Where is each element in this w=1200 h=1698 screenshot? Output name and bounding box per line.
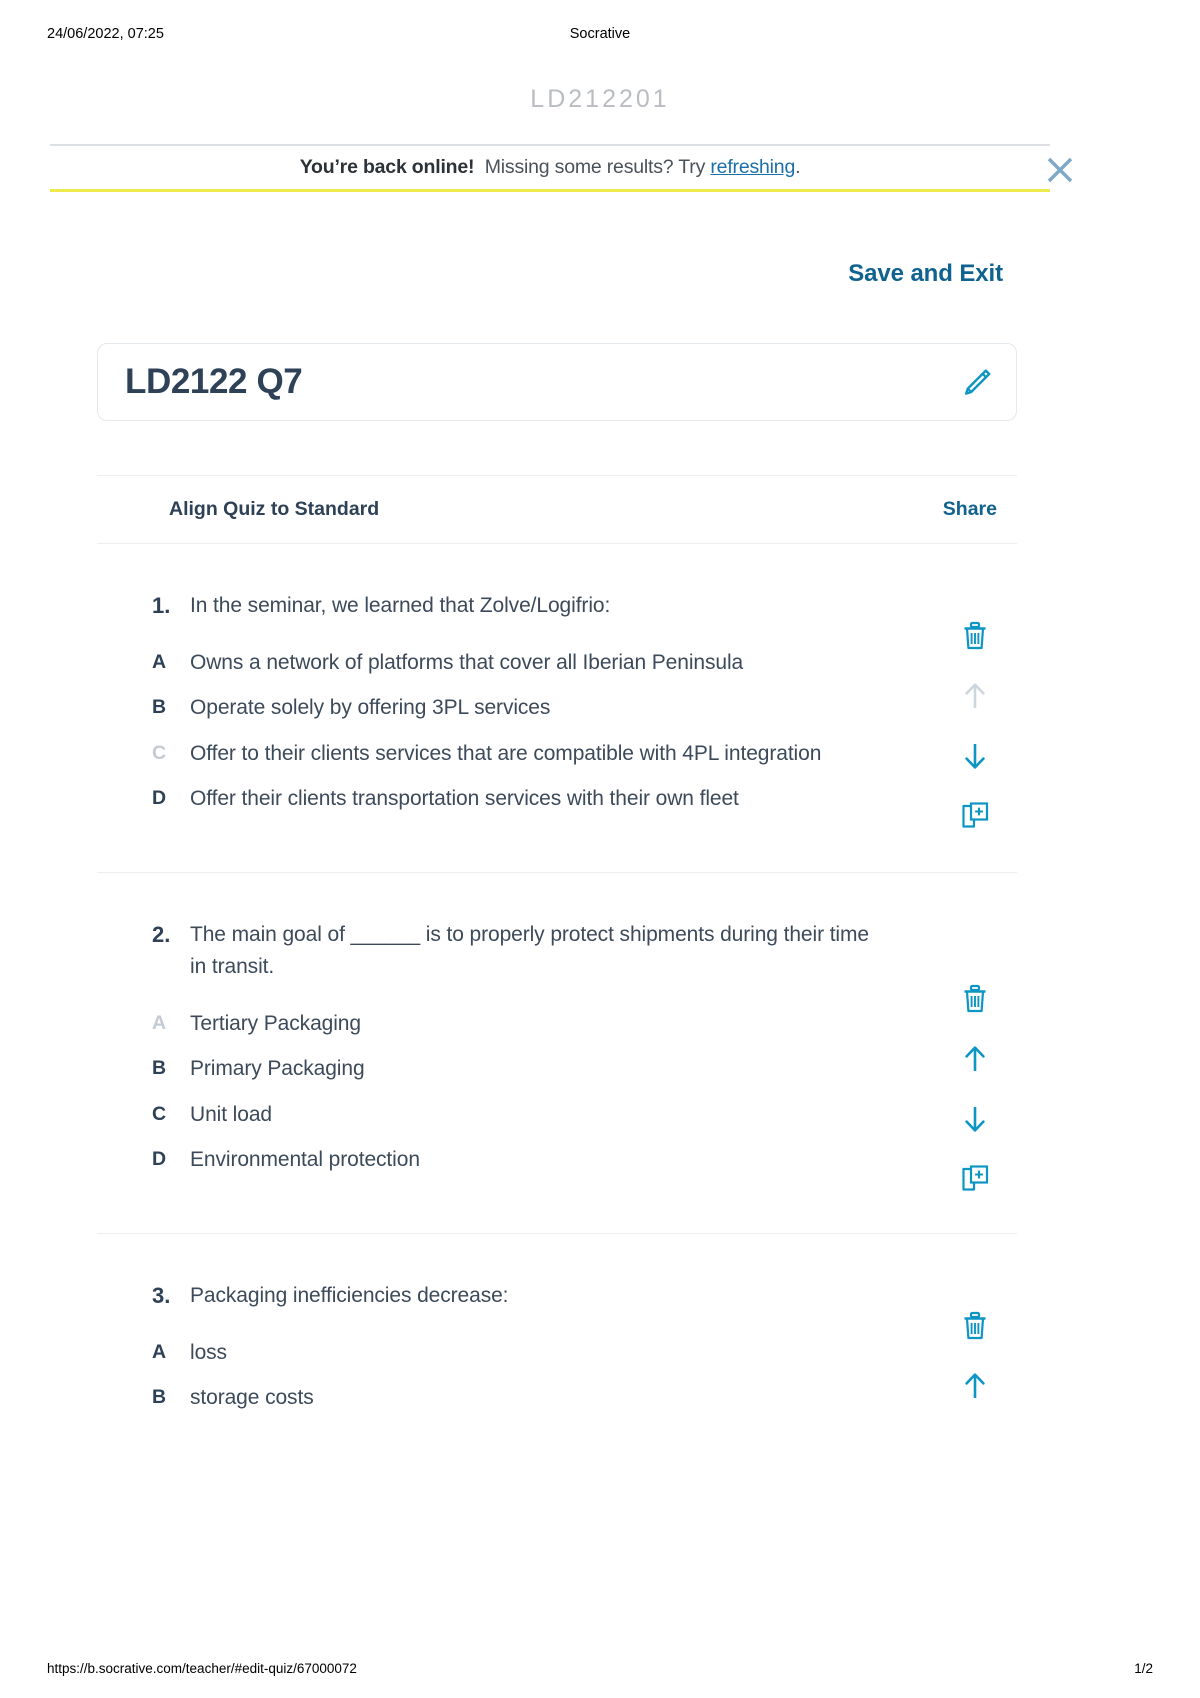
answer-letter: A [152, 1011, 167, 1034]
answer-letter: D [152, 1148, 167, 1171]
close-icon[interactable] [1042, 152, 1078, 188]
back-online-banner: You’re back online! Missing some results… [50, 144, 1073, 192]
arrow-down-icon[interactable] [955, 726, 995, 786]
question-number: 1. [152, 593, 171, 618]
answer-option[interactable]: D Environmental protection [97, 1144, 1017, 1177]
answer-letter: B [152, 1386, 167, 1409]
answer-letter: A [152, 650, 167, 673]
share-button[interactable]: Share [943, 498, 997, 521]
answer-text: Offer their clients transportation servi… [190, 787, 739, 811]
answer-text: Operate solely by offering 3PL services [190, 696, 551, 720]
answer-text: Owns a network of platforms that cover a… [190, 650, 744, 674]
question-prompt: 3. Packaging inefficiencies decrease: [97, 1280, 1017, 1313]
print-doc-title: Socrative [569, 26, 631, 42]
answer-list: A Tertiary Packaging B Primary Packaging C Un… [97, 1008, 1017, 1177]
print-footer-url: https://b.socrative.com/teacher/#edit-qu… [47, 1661, 357, 1676]
arrow-up-icon[interactable] [955, 1356, 995, 1416]
arrow-down-icon[interactable] [955, 1416, 995, 1419]
question-prompt: 1. In the seminar, we learned that Zolve/… [97, 590, 1017, 623]
quiz-card-toolbar: Align Quiz to Standard Share [97, 475, 1017, 544]
answer-option[interactable]: B Operate solely by offering 3PL services [97, 692, 1017, 725]
trash-icon[interactable] [955, 969, 995, 1029]
question-text[interactable]: Packaging inefficiencies decrease: [190, 1280, 509, 1313]
answer-option[interactable]: Aloss [97, 1337, 1017, 1370]
answer-text: Unit load [190, 1102, 272, 1126]
answer-letter: A [152, 1340, 167, 1363]
duplicate-icon[interactable] [955, 786, 995, 846]
print-header: 24/06/2022, 07:25 Socrative [0, 26, 1200, 46]
quiz-title-box[interactable]: LD2122 Q7 [97, 343, 1017, 421]
print-footer: https://b.socrative.com/teacher/#edit-qu… [0, 1661, 1200, 1681]
question-block: 3. Packaging inefficiencies decrease: Alos… [97, 1234, 1017, 1419]
arrow-up-icon[interactable] [955, 666, 995, 726]
answer-letter: C [152, 1102, 167, 1125]
question-block: 2. The main goal of ______ is to properly… [97, 873, 1017, 1235]
answer-list: A Owns a network of platforms that cover … [97, 647, 1017, 816]
answer-option[interactable]: Bstorage costs [97, 1382, 1017, 1415]
trash-icon[interactable] [955, 1296, 995, 1356]
answer-text: storage costs [190, 1386, 314, 1410]
answer-text: Primary Packaging [190, 1057, 365, 1081]
answer-list: Aloss Bstorage costs [97, 1337, 1017, 1415]
quiz-title: LD2122 Q7 [125, 362, 303, 401]
pencil-icon[interactable] [958, 365, 994, 401]
answer-option[interactable]: C Unit load [97, 1099, 1017, 1132]
room-code: LD212201 [530, 85, 670, 113]
answer-option[interactable]: A Tertiary Packaging [97, 1008, 1017, 1041]
question-prompt: 2. The main goal of ______ is to properly… [97, 919, 1017, 984]
answer-option[interactable]: C Offer to their clients services that ar… [97, 738, 1017, 771]
questions-list: 1. In the seminar, we learned that Zolve/… [97, 544, 1017, 1419]
banner-message: You’re back online! Missing some results… [300, 156, 801, 179]
question-number: 3. [152, 1283, 171, 1309]
trash-icon[interactable] [955, 606, 995, 666]
question-inner: 3. Packaging inefficiencies decrease: Alos… [97, 1234, 1017, 1419]
question-inner: 1. In the seminar, we learned that Zolve/… [97, 544, 1017, 872]
answer-letter: B [152, 696, 167, 719]
question-block: 1. In the seminar, we learned that Zolve/… [97, 544, 1017, 873]
answer-text: Offer to their clients services that are… [190, 741, 822, 765]
answer-text: Tertiary Packaging [190, 1011, 361, 1035]
align-quiz-to-standard-button[interactable]: Align Quiz to Standard [169, 498, 379, 521]
answer-text: Environmental protection [190, 1148, 420, 1172]
refresh-link[interactable]: refreshing [710, 156, 795, 178]
answer-option[interactable]: B Primary Packaging [97, 1053, 1017, 1086]
banner-bold-text: You’re back online! [299, 156, 475, 178]
print-page-number: 1/2 [1134, 1661, 1153, 1676]
arrow-up-icon[interactable] [955, 1029, 995, 1089]
arrow-down-icon[interactable] [955, 1089, 995, 1149]
answer-letter: B [152, 1057, 167, 1080]
answer-option[interactable]: D Offer their clients transportation serv… [97, 783, 1017, 816]
answer-letter: C [152, 741, 167, 764]
answer-text: loss [190, 1340, 227, 1364]
banner-message-post: . [795, 156, 801, 178]
answer-option[interactable]: A Owns a network of platforms that cover … [97, 647, 1017, 680]
question-actions [947, 606, 1003, 846]
question-text[interactable]: In the seminar, we learned that Zolve/Lo… [190, 590, 610, 623]
duplicate-icon[interactable] [955, 1149, 995, 1209]
quiz-card: Align Quiz to Standard Share 1. In the se… [97, 475, 1017, 1419]
question-actions [947, 969, 1003, 1209]
print-page: 24/06/2022, 07:25 Socrative LD212201 You… [0, 0, 1200, 1698]
save-and-exit-button[interactable]: Save and Exit [848, 260, 1003, 288]
question-text[interactable]: The main goal of ______ is to properly p… [190, 919, 887, 984]
question-number: 2. [152, 921, 171, 947]
question-inner: 2. The main goal of ______ is to properly… [97, 873, 1017, 1233]
answer-letter: D [152, 787, 167, 810]
banner-message-pre: Missing some results? Try [484, 156, 711, 178]
question-actions [947, 1296, 1003, 1419]
